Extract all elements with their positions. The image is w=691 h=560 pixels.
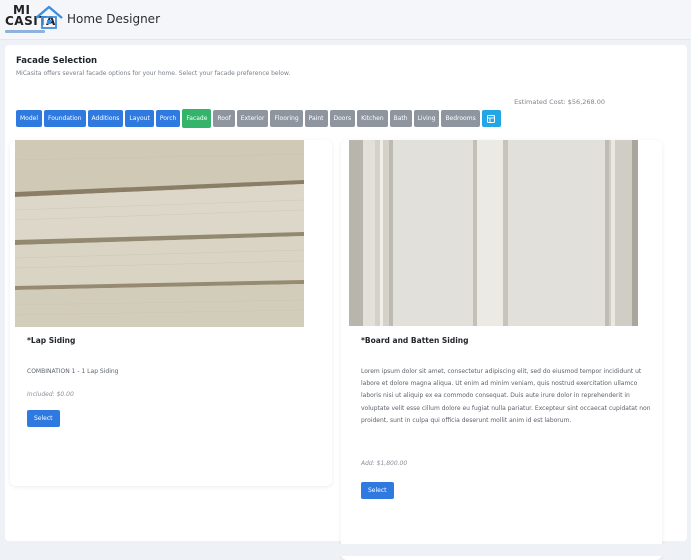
logo-tagline: [5, 30, 45, 33]
option-price: Add: $1,800.00: [361, 460, 408, 467]
board-and-batten-image: [349, 140, 638, 326]
tab-exterior[interactable]: Exterior: [236, 110, 269, 127]
option-name: *Lap Siding: [27, 336, 76, 345]
footer: [0, 544, 691, 556]
grid-icon: [487, 114, 496, 123]
option-card-lap-siding: *Lap Siding COMBINATION 1 - 1 Lap Siding…: [10, 140, 332, 486]
option-description: Lorem ipsum dolor sit amet, consectetur …: [361, 368, 651, 424]
facade-panel: Facade Selection MiCasita offers several…: [5, 45, 687, 560]
tab-bath[interactable]: Bath: [389, 110, 412, 127]
tab-porch[interactable]: Porch: [155, 110, 181, 127]
select-board-and-batten-button[interactable]: Select: [361, 482, 394, 499]
option-card-board-and-batten: *Board and Batten Siding Lorem ipsum dol…: [341, 140, 662, 560]
tab-additions[interactable]: Additions: [87, 110, 124, 127]
section-description: MiCasita offers several facade options f…: [16, 70, 291, 77]
app-title: Home Designer: [67, 12, 160, 26]
estimated-cost: Estimated Cost: $56,268.00: [514, 98, 605, 106]
tab-flooring[interactable]: Flooring: [270, 110, 303, 127]
tab-model[interactable]: Model: [16, 110, 43, 127]
tab-roof[interactable]: Roof: [213, 110, 235, 127]
lap-siding-image: [15, 140, 304, 327]
section-title: Facade Selection: [16, 56, 98, 66]
tab-facade[interactable]: Facade: [182, 109, 212, 128]
summary-button[interactable]: [481, 110, 501, 127]
step-tabs: Model Foundation Additions Layout Porch …: [16, 109, 501, 128]
micasita-logo[interactable]: MI CASITA: [5, 3, 63, 36]
top-bar: MI CASITA Home Designer: [0, 0, 691, 40]
tab-layout[interactable]: Layout: [125, 110, 154, 127]
select-lap-siding-button[interactable]: Select: [27, 410, 60, 427]
tab-paint[interactable]: Paint: [304, 110, 328, 127]
tab-living[interactable]: Living: [413, 110, 440, 127]
tab-kitchen[interactable]: Kitchen: [357, 110, 388, 127]
option-name: *Board and Batten Siding: [361, 336, 469, 345]
tab-bedrooms[interactable]: Bedrooms: [441, 110, 480, 127]
house-icon: [35, 5, 63, 29]
tab-doors[interactable]: Doors: [329, 110, 356, 127]
tab-foundation[interactable]: Foundation: [44, 110, 86, 127]
option-description: COMBINATION 1 - 1 Lap Siding: [27, 368, 119, 375]
option-price: Included: $0.00: [27, 391, 74, 398]
